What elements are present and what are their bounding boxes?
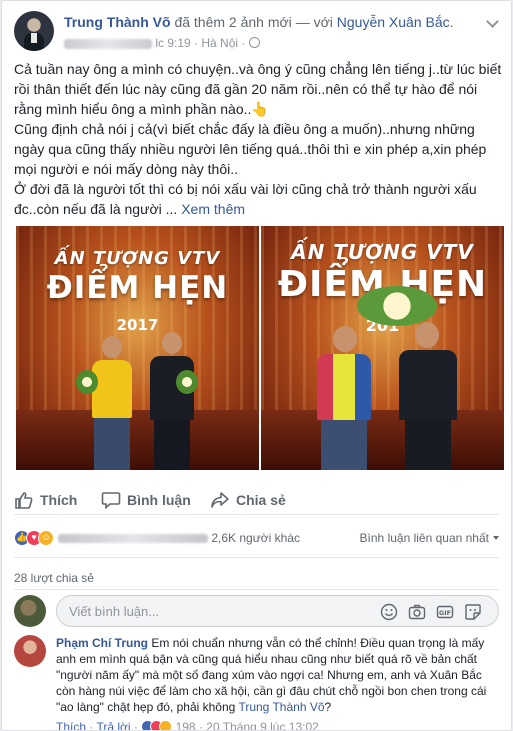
post-header-text: Trung Thành Võ đã thêm 2 ảnh mới — với N…	[64, 13, 479, 52]
comment-reply-link[interactable]: Trả lời	[96, 720, 130, 730]
comment-reaction-count[interactable]: 198	[176, 720, 196, 730]
post-meta: lc 9:19 · Hà Nội ·	[64, 34, 479, 52]
comment-button[interactable]: Bình luận	[101, 489, 191, 511]
emoji-icon[interactable]	[380, 603, 398, 621]
post-paragraph: Cũng định chả nói j cả(vì biết chắc đấy …	[14, 121, 487, 177]
divider	[14, 557, 499, 558]
commenter-name[interactable]: Phạm Chí Trung	[56, 636, 148, 650]
share-button[interactable]: Chia sẻ	[210, 489, 286, 511]
post-photo-1[interactable]: ẤN TƯỢNG VTV ĐIỂM HẸN 2017	[16, 226, 259, 470]
sticker-icon[interactable]	[464, 603, 482, 621]
globe-icon[interactable]	[248, 37, 260, 48]
post-paragraph: Ở đời đã là người tốt thì có bị nói xấu …	[14, 181, 477, 217]
author-name[interactable]: Trung Thành Võ	[64, 14, 171, 30]
reactions-bar: 👍 ♥ ☺ 2,6K người khác Bình luận liên qua…	[14, 527, 499, 549]
comment-box[interactable]: GIF	[56, 595, 499, 627]
divider	[14, 589, 499, 590]
chevron-down-icon[interactable]	[486, 15, 499, 28]
tagged-friend[interactable]: Nguyễn Xuân Bắc	[337, 14, 450, 30]
like-button[interactable]: Thích	[14, 489, 77, 511]
commenter-avatar[interactable]	[14, 635, 46, 667]
share-icon	[211, 492, 229, 508]
post-time[interactable]: lc 9:19	[155, 36, 190, 50]
photo-year: 2017	[116, 316, 159, 334]
author-avatar[interactable]	[14, 11, 54, 51]
post-header: Trung Thành Võ đã thêm 2 ảnh mới — với N…	[14, 11, 499, 55]
photo-title-small: ẤN TƯỢNG VTV	[291, 240, 474, 264]
gif-icon[interactable]: GIF	[436, 603, 454, 621]
header-suffix: .	[449, 14, 454, 30]
haha-reaction-icon[interactable]: ☺	[38, 530, 54, 546]
thumbs-up-icon	[15, 492, 33, 509]
reaction-names[interactable]: 2,6K người khác	[58, 527, 300, 549]
post-card: Trung Thành Võ đã thêm 2 ảnh mới — với N…	[1, 0, 512, 731]
post-location[interactable]: Hà Nội	[201, 36, 238, 50]
comment-mention[interactable]: Trung Thành Võ	[238, 700, 324, 714]
comment-like-link[interactable]: Thích	[56, 720, 86, 730]
comment-date[interactable]: 20 Tháng 9 lúc 13:02	[206, 720, 319, 730]
comment-input[interactable]	[69, 596, 329, 626]
photo-title-large: ĐIỂM HẸN	[46, 270, 229, 306]
with-prefix: — với	[295, 14, 333, 30]
svg-text:GIF: GIF	[439, 609, 451, 617]
comment-composer: GIF	[14, 595, 499, 627]
post-photo-2[interactable]: ẤN TƯỢNG VTV ĐIỂM HẸN 201	[261, 226, 504, 470]
comment-meta: Thích · Trả lời · 198 · 20 Tháng 9 lúc 1…	[56, 719, 319, 730]
haha-reaction-icon	[159, 720, 173, 730]
comment-text: Phạm Chí Trung Em nói chuẩn nhưng vẫn có…	[56, 636, 487, 714]
post-paragraph: Cả tuần nay ông a mình có chuyện..và ông…	[14, 61, 502, 117]
post-actions: Thích Bình luận Chia sẻ	[14, 485, 499, 515]
viewer-avatar[interactable]	[14, 595, 46, 627]
see-more-link[interactable]: Xem thêm	[181, 201, 245, 217]
comment-icon	[101, 492, 121, 509]
share-count[interactable]: 28 lượt chia sẻ	[14, 571, 94, 585]
camera-icon[interactable]	[408, 603, 426, 621]
comment-sort-dropdown[interactable]: Bình luận liên quan nhất	[360, 527, 499, 549]
redacted-date	[64, 38, 152, 49]
post-action: đã thêm 2 ảnh mới	[174, 14, 292, 30]
photo-title-small: ẤN TƯỢNG VTV	[54, 248, 221, 269]
post-body: Cả tuần nay ông a mình có chuyện..và ông…	[14, 59, 502, 219]
